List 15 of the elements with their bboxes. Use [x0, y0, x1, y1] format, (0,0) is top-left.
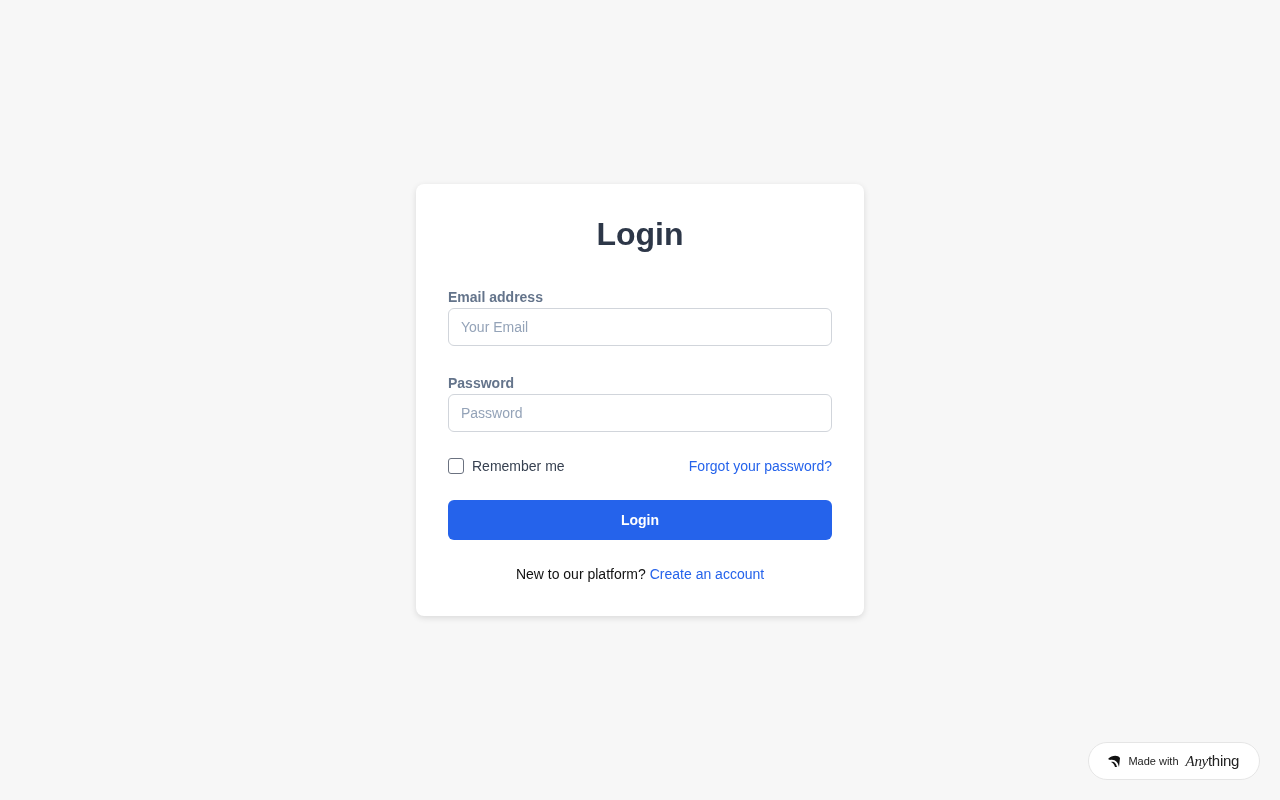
login-button[interactable]: Login — [448, 500, 832, 540]
signup-prompt: New to our platform? — [515, 566, 646, 582]
create-account-link[interactable]: Create an account — [649, 566, 765, 582]
input-field[interactable]: Password — [448, 394, 832, 432]
forgot-password-link[interactable]: Forgot your password? — [688, 458, 832, 474]
made-with-badge[interactable]: Made with Anything — [1088, 742, 1260, 780]
logo-icon — [1107, 754, 1122, 768]
login-title: Login — [595, 216, 685, 252]
field-label: Email address — [448, 288, 544, 306]
badge-text: Made with — [1128, 755, 1179, 767]
field-label: Password — [448, 374, 516, 392]
brand-logo: Anything — [1185, 752, 1239, 770]
remember-checkbox[interactable] — [448, 458, 464, 474]
remember-label: Remember me — [472, 458, 565, 474]
input-field[interactable]: Your Email — [448, 308, 832, 346]
